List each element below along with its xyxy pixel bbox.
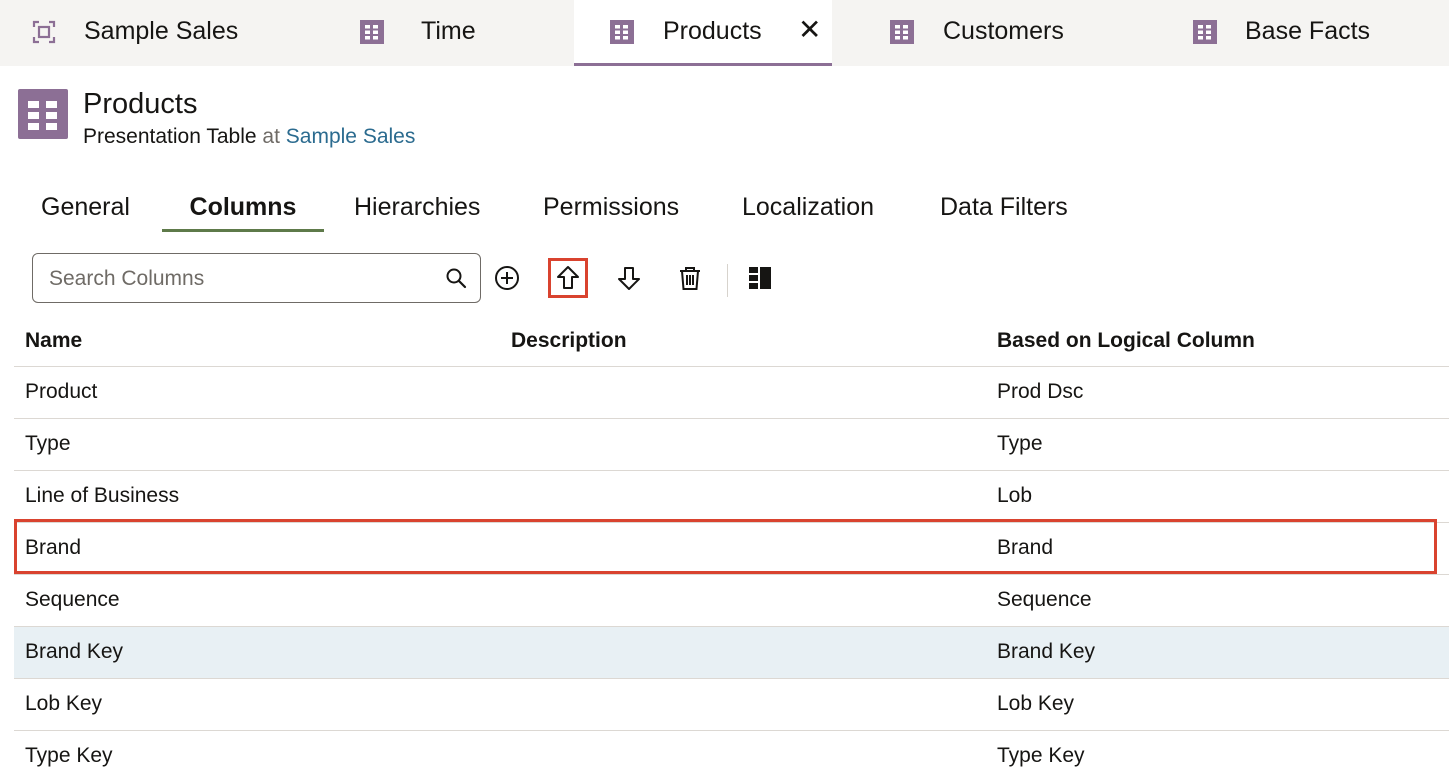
column-layout-button[interactable] — [740, 258, 780, 298]
cell-name: Type — [25, 432, 71, 455]
cell-name: Sequence — [25, 588, 120, 611]
document-tab-strip: Sample Sales Time Products ✕ Customers B… — [0, 0, 1449, 66]
delete-icon — [680, 267, 700, 290]
subject-area-icon — [32, 20, 56, 44]
table-icon — [610, 20, 634, 44]
search-columns-input[interactable] — [47, 262, 431, 296]
table-header: Name Description Based on Logical Column — [14, 314, 1449, 367]
parent-subject-area-link[interactable]: Sample Sales — [286, 125, 416, 148]
table-row[interactable]: Lob Key Lob Key — [14, 679, 1449, 731]
cell-logical-column: Brand Key — [997, 640, 1096, 663]
add-column-button[interactable] — [487, 258, 527, 298]
object-type-label: Presentation Table — [83, 125, 257, 148]
cell-logical-column: Type — [997, 432, 1043, 455]
doc-tab-base-facts[interactable]: Base Facts — [1134, 0, 1449, 66]
doc-tab-label: Products — [663, 17, 762, 45]
table-row[interactable]: Type Type — [14, 419, 1449, 471]
close-tab-icon[interactable]: ✕ — [798, 14, 821, 46]
doc-tab-products[interactable]: Products ✕ — [574, 0, 832, 66]
page-title: Products — [83, 88, 198, 120]
table-row[interactable]: Line of Business Lob — [14, 471, 1449, 523]
cell-logical-column: Lob — [997, 484, 1033, 507]
doc-tab-sample-sales[interactable]: Sample Sales — [0, 0, 290, 66]
columns-table: Name Description Based on Logical Column… — [14, 314, 1449, 783]
tab-localization[interactable]: Localization — [742, 186, 874, 232]
column-header-description[interactable]: Description — [511, 328, 627, 354]
move-down-button[interactable] — [609, 258, 649, 298]
page-subtitle: Presentation Table at Sample Sales — [83, 124, 415, 150]
table-icon — [1193, 20, 1217, 44]
table-icon — [890, 20, 914, 44]
table-row[interactable]: Sequence Sequence — [14, 575, 1449, 627]
tab-general[interactable]: General — [41, 186, 130, 232]
delete-button[interactable] — [670, 258, 710, 298]
cell-logical-column: Sequence — [997, 588, 1092, 611]
toolbar-separator — [727, 264, 728, 297]
move-up-icon — [557, 266, 579, 289]
column-header-logical-column[interactable]: Based on Logical Column — [997, 328, 1255, 354]
table-icon — [360, 20, 384, 44]
table-icon — [18, 89, 68, 139]
tab-hierarchies[interactable]: Hierarchies — [354, 186, 480, 232]
search-box — [32, 253, 481, 303]
doc-tab-label: Base Facts — [1245, 17, 1371, 45]
tab-data-filters[interactable]: Data Filters — [940, 186, 1068, 232]
cell-name: Brand Key — [25, 640, 124, 663]
table-row-brand[interactable]: Brand Brand — [14, 523, 1449, 575]
cell-name: Product — [25, 380, 98, 403]
at-label: at — [262, 125, 280, 148]
tab-permissions[interactable]: Permissions — [543, 186, 679, 232]
cell-name: Line of Business — [25, 484, 180, 507]
add-icon — [495, 266, 519, 290]
doc-tab-label: Time — [421, 17, 476, 45]
doc-tab-time[interactable]: Time — [290, 0, 574, 66]
detail-tabs: General Columns Hierarchies Permissions … — [0, 186, 1449, 236]
cell-name: Type Key — [25, 744, 113, 767]
cell-name: Brand — [25, 536, 82, 559]
cell-logical-column: Brand — [997, 536, 1054, 559]
cell-logical-column: Type Key — [997, 744, 1085, 767]
cell-logical-column: Lob Key — [997, 692, 1075, 715]
doc-tab-label: Sample Sales — [84, 17, 239, 45]
move-up-button[interactable] — [548, 258, 588, 298]
doc-tab-customers[interactable]: Customers — [832, 0, 1134, 66]
table-row[interactable]: Type Key Type Key — [14, 731, 1449, 783]
column-header-name[interactable]: Name — [25, 328, 82, 354]
search-icon[interactable] — [445, 267, 467, 289]
tab-columns[interactable]: Columns — [162, 186, 324, 232]
doc-tab-label: Customers — [943, 17, 1064, 45]
cell-name: Lob Key — [25, 692, 103, 715]
move-down-icon — [618, 267, 640, 290]
table-row[interactable]: Product Prod Dsc — [14, 367, 1449, 419]
column-layout-icon — [749, 267, 771, 289]
table-row-selected[interactable]: Brand Key Brand Key — [14, 627, 1449, 679]
cell-logical-column: Prod Dsc — [997, 380, 1084, 403]
